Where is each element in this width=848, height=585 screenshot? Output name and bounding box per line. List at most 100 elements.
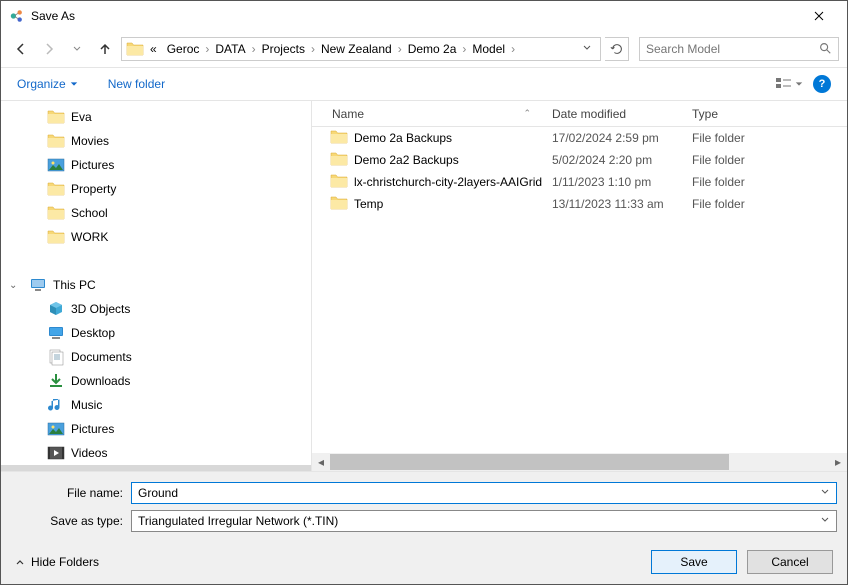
address-bar[interactable]: « Geroc›DATA›Projects›New Zealand›Demo 2… (121, 37, 601, 61)
forward-button[interactable] (37, 37, 61, 61)
documents-icon (47, 348, 65, 366)
back-button[interactable] (9, 37, 33, 61)
file-row[interactable]: Temp13/11/2023 11:33 amFile folder (312, 193, 847, 215)
drive-icon (47, 468, 65, 471)
crumb-overflow[interactable]: « (146, 40, 161, 58)
filename-label: File name: (11, 486, 131, 500)
folder-icon (47, 228, 65, 246)
scroll-right[interactable]: ▸ (829, 453, 847, 471)
view-options[interactable] (775, 77, 803, 91)
tree-item-eva[interactable]: Eva (1, 105, 311, 129)
folder-icon (330, 128, 348, 149)
savetype-label: Save as type: (11, 514, 131, 528)
file-row[interactable]: lx-christchurch-city-2layers-AAIGrid-JPE… (312, 171, 847, 193)
refresh-button[interactable] (605, 37, 629, 61)
cancel-button[interactable]: Cancel (747, 550, 833, 574)
recent-dropdown[interactable] (65, 37, 89, 61)
folder-tree[interactable]: Eva Movies Pictures Property SchoolWORK ⌄This… (1, 101, 311, 471)
column-date[interactable]: Date modified (542, 101, 682, 126)
up-button[interactable] (93, 37, 117, 61)
main-area: Eva Movies Pictures Property SchoolWORK ⌄This… (1, 101, 847, 471)
tree-item-music[interactable]: Music (1, 393, 311, 417)
tree-item-label: Property (71, 182, 116, 196)
savetype-dropdown[interactable] (820, 514, 830, 528)
breadcrumb-new-zealand[interactable]: New Zealand (317, 40, 396, 58)
tree-item-label: Pictures (71, 422, 114, 436)
pc-icon (29, 276, 47, 294)
tree-item-movies[interactable]: Movies (1, 129, 311, 153)
filename-input[interactable] (138, 486, 820, 500)
column-name[interactable]: Name⌃ (312, 101, 542, 126)
save-form: File name: Save as type: Triangulated Ir… (1, 471, 847, 542)
address-dropdown[interactable] (578, 42, 596, 56)
breadcrumb-data[interactable]: DATA (211, 40, 249, 58)
file-row[interactable]: Demo 2a2 Backups5/02/2024 2:20 pmFile fo… (312, 149, 847, 171)
folder-icon (47, 132, 65, 150)
tree-spacer (1, 249, 311, 273)
pictures-icon (47, 420, 65, 438)
tree-item-pictures[interactable]: Pictures (1, 153, 311, 177)
filename-field[interactable] (131, 482, 837, 504)
tree-item-documents[interactable]: Documents (1, 345, 311, 369)
savetype-value: Triangulated Irregular Network (*.TIN) (138, 514, 820, 528)
column-headers: Name⌃ Date modified Type (312, 101, 847, 127)
file-name: Demo 2a Backups (354, 131, 452, 145)
file-date: 1/11/2023 1:10 pm (542, 175, 682, 189)
tree-item-pictures[interactable]: Pictures (1, 417, 311, 441)
tree-item-videos[interactable]: Videos (1, 441, 311, 465)
search-icon (818, 41, 832, 58)
hide-folders-button[interactable]: Hide Folders (15, 555, 99, 569)
tree-item-work[interactable]: WORK (1, 225, 311, 249)
help-button[interactable]: ? (813, 75, 831, 93)
desktop-icon (47, 324, 65, 342)
3d-icon (47, 300, 65, 318)
tree-item-label: 3D Objects (71, 302, 130, 316)
downloads-icon (47, 372, 65, 390)
window-title: Save As (31, 9, 799, 23)
file-rows: Demo 2a Backups17/02/2024 2:59 pmFile fo… (312, 127, 847, 453)
chevron-up-icon (15, 557, 25, 567)
scroll-left[interactable]: ◂ (312, 453, 330, 471)
tree-item-label: Desktop (71, 326, 115, 340)
breadcrumb-projects[interactable]: Projects (258, 40, 309, 58)
file-date: 17/02/2024 2:59 pm (542, 131, 682, 145)
file-row[interactable]: Demo 2a Backups17/02/2024 2:59 pmFile fo… (312, 127, 847, 149)
expander-icon[interactable]: ⌄ (9, 280, 17, 291)
close-button[interactable] (799, 1, 839, 31)
filename-dropdown[interactable] (820, 486, 830, 500)
breadcrumb-geroc[interactable]: Geroc (163, 40, 204, 58)
sort-indicator: ⌃ (523, 108, 531, 119)
tree-item-property[interactable]: Property (1, 177, 311, 201)
breadcrumb-demo-2a[interactable]: Demo 2a (404, 40, 461, 58)
tree-item-label: Downloads (71, 374, 130, 388)
tree-item-school[interactable]: School (1, 201, 311, 225)
new-folder-button[interactable]: New folder (108, 77, 165, 91)
horizontal-scrollbar[interactable]: ◂ ▸ (312, 453, 847, 471)
chevron-right-icon: › (309, 42, 317, 56)
column-type[interactable]: Type (682, 101, 847, 126)
tree-item-3d-objects[interactable]: 3D Objects (1, 297, 311, 321)
tree-item-label: Eva (71, 110, 92, 124)
save-button[interactable]: Save (651, 550, 737, 574)
tree-item-label: OS (C:) (71, 470, 112, 471)
tree-item-desktop[interactable]: Desktop (1, 321, 311, 345)
breadcrumb-model[interactable]: Model (468, 40, 509, 58)
tree-item-downloads[interactable]: Downloads (1, 369, 311, 393)
tree-item-label: Documents (71, 350, 132, 364)
tree-item-os-c-[interactable]: OS (C:) (1, 465, 311, 471)
search-input[interactable] (646, 42, 818, 56)
folder-icon (126, 40, 144, 58)
savetype-field[interactable]: Triangulated Irregular Network (*.TIN) (131, 510, 837, 532)
tree-item-label: Movies (71, 134, 109, 148)
file-name: Temp (354, 197, 383, 211)
tree-item-label: Pictures (71, 158, 114, 172)
search-box[interactable] (639, 37, 839, 61)
tree-item-label: Music (71, 398, 102, 412)
footer: Hide Folders Save Cancel (1, 540, 847, 584)
tree-item-this-pc[interactable]: ⌄This PC (1, 273, 311, 297)
folder-icon (330, 194, 348, 215)
folder-icon (47, 204, 65, 222)
file-date: 5/02/2024 2:20 pm (542, 153, 682, 167)
file-name: Demo 2a2 Backups (354, 153, 459, 167)
organize-menu[interactable]: Organize (17, 77, 78, 91)
